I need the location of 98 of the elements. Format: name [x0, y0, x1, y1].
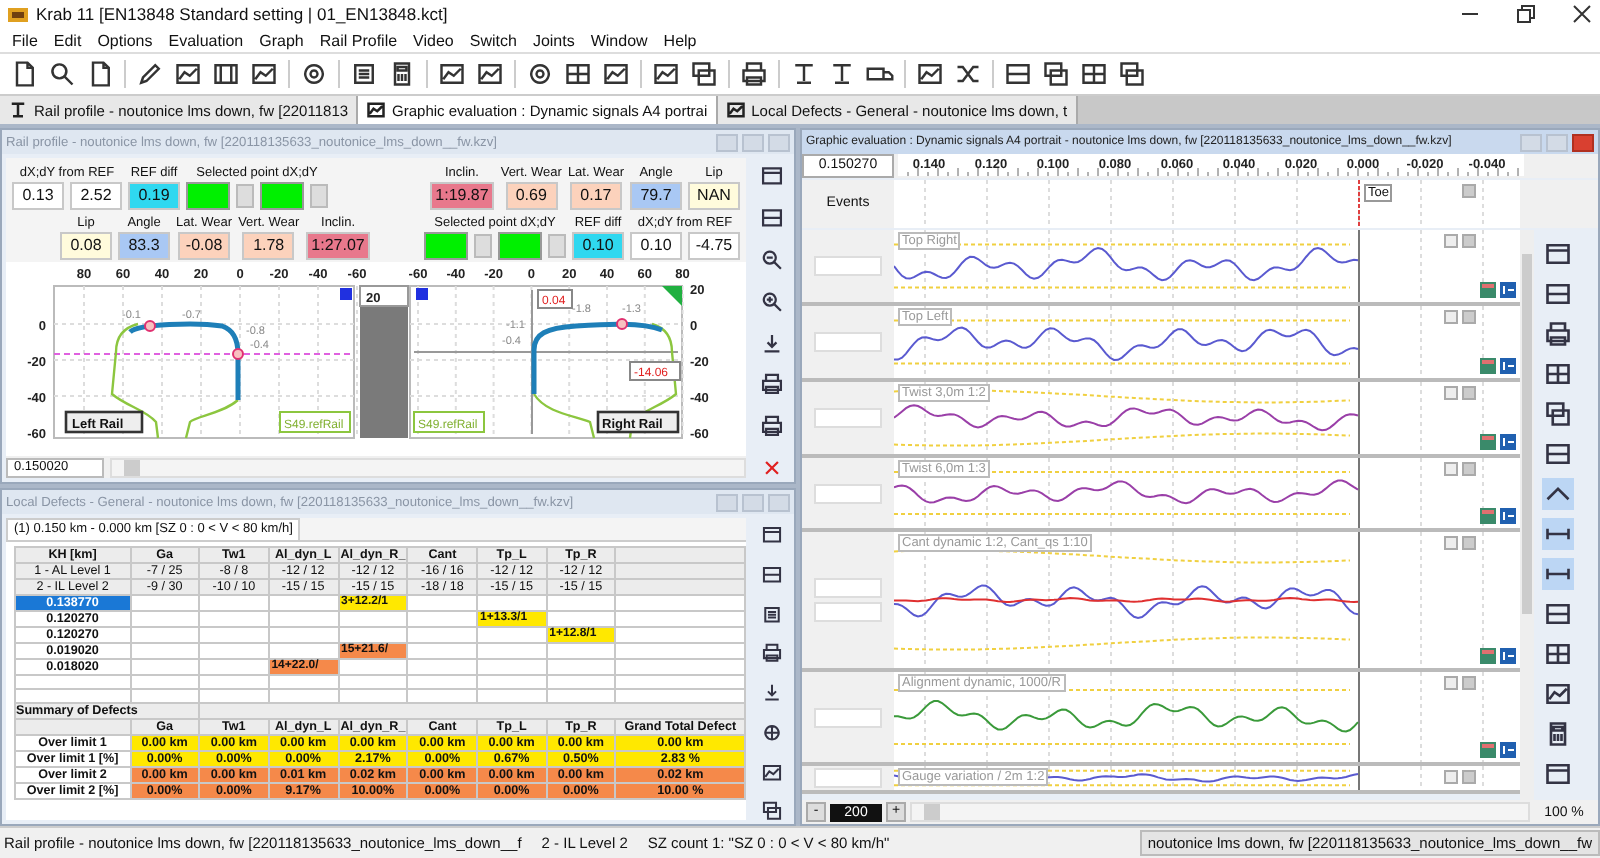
rows-icon[interactable] — [1542, 278, 1574, 310]
value-field: 0.69 — [505, 182, 558, 210]
settings-icon[interactable] — [526, 60, 554, 88]
value-box — [814, 408, 882, 428]
menu-item[interactable]: Switch — [461, 31, 525, 49]
value-field: 2.52 — [70, 182, 122, 210]
value-box — [814, 578, 882, 598]
value-box — [814, 332, 882, 352]
menu-item[interactable]: Rail Profile — [311, 31, 406, 49]
horizontal-scrollbar[interactable] — [110, 457, 746, 477]
value-field: 0.08 — [60, 232, 112, 260]
value-field: 0.17 — [569, 182, 622, 210]
value-field: 0.13 — [12, 182, 64, 210]
value-field: NAN — [688, 182, 740, 210]
value-field: 1:19.87 — [429, 182, 495, 210]
close-icon[interactable] — [1572, 4, 1592, 24]
window-icon[interactable] — [756, 162, 788, 190]
toggle-icon[interactable] — [416, 288, 428, 300]
rail-icon[interactable] — [790, 60, 818, 88]
settings-icon[interactable] — [300, 60, 328, 88]
search-icon[interactable] — [48, 60, 76, 88]
value-box — [814, 483, 882, 503]
chart-icon[interactable] — [476, 60, 504, 88]
value-field: -4.75 — [688, 232, 740, 260]
list-icon[interactable] — [350, 60, 378, 88]
layers-icon[interactable] — [690, 60, 718, 88]
pencil-icon[interactable] — [136, 60, 164, 88]
app-logo-icon — [8, 4, 28, 24]
triangle-icon[interactable] — [662, 286, 682, 306]
chart-icon — [725, 100, 746, 120]
menu-item[interactable]: File — [4, 31, 46, 49]
value-field: 0.10 — [572, 232, 624, 260]
scale-icon[interactable] — [1500, 434, 1516, 450]
rows-icon[interactable] — [1542, 598, 1574, 630]
calculator-icon[interactable] — [388, 60, 416, 88]
menu-item[interactable]: Graph — [251, 31, 312, 49]
shuffle-icon[interactable] — [954, 60, 982, 88]
value-box — [814, 256, 882, 276]
chart-icon[interactable] — [438, 60, 466, 88]
toggle-icon[interactable] — [340, 288, 352, 300]
event-marker-line — [1358, 180, 1360, 228]
value-field: 1:27.07 — [305, 232, 371, 260]
value-box — [814, 602, 882, 622]
chart-icon[interactable] — [602, 60, 630, 88]
value-box — [814, 707, 882, 727]
restore-icon[interactable] — [1516, 4, 1536, 24]
menu-item[interactable]: Help — [655, 31, 705, 49]
scale-icon[interactable] — [1500, 508, 1516, 524]
chart-icon[interactable] — [1542, 678, 1574, 710]
window-title: Krab 11 [EN13848 Standard setting | 01_EN13848.kct] — [36, 4, 448, 24]
grid-icon[interactable] — [1542, 358, 1574, 390]
page-icon[interactable] — [10, 60, 38, 88]
value-field: 79.7 — [630, 182, 682, 210]
value-field: 1.78 — [242, 232, 295, 260]
measure-icon[interactable] — [1542, 558, 1574, 590]
rows-icon[interactable] — [1004, 60, 1032, 88]
chart-icon[interactable] — [652, 60, 680, 88]
menu-item[interactable]: Joints — [524, 31, 583, 49]
menu-item[interactable]: Evaluation — [160, 31, 252, 49]
value-field: 0.19 — [128, 182, 180, 210]
menu-item[interactable]: Video — [405, 31, 462, 49]
grid-icon[interactable] — [1080, 60, 1108, 88]
print-icon[interactable] — [1542, 318, 1574, 350]
print-icon[interactable] — [756, 412, 788, 441]
scale-icon[interactable] — [1500, 282, 1516, 298]
window-icon[interactable] — [1542, 758, 1574, 790]
chart-icon — [366, 100, 387, 120]
layers-icon[interactable] — [1042, 60, 1070, 88]
value-field: -0.08 — [178, 232, 231, 260]
close-button[interactable] — [1572, 133, 1594, 151]
value-field: 0.10 — [630, 232, 682, 260]
layers-icon[interactable] — [1118, 60, 1146, 88]
chart-icon[interactable] — [250, 60, 278, 88]
value-field: 83.3 — [118, 232, 170, 260]
page-icon[interactable] — [86, 60, 114, 88]
grid-icon[interactable] — [564, 60, 592, 88]
print-icon[interactable] — [740, 60, 768, 88]
vertical-scrollbar[interactable] — [1520, 230, 1534, 800]
rail-icon[interactable] — [828, 60, 856, 88]
grid-icon[interactable] — [1542, 638, 1574, 670]
measure-icon[interactable] — [1542, 518, 1574, 550]
peak-icon[interactable] — [1542, 478, 1574, 510]
chart-icon[interactable] — [174, 60, 202, 88]
scale-icon[interactable] — [1500, 648, 1516, 664]
rows-icon[interactable] — [1542, 438, 1574, 470]
chart-icon[interactable] — [916, 60, 944, 88]
scale-icon[interactable] — [1500, 742, 1516, 758]
rows-icon[interactable] — [756, 203, 788, 232]
menu-item[interactable]: Edit — [45, 31, 90, 49]
layers-icon[interactable] — [1542, 398, 1574, 430]
horizontal-scrollbar[interactable] — [910, 802, 1530, 822]
film-icon[interactable] — [212, 60, 240, 88]
window-icon[interactable] — [1542, 238, 1574, 270]
menu-item[interactable]: Window — [582, 31, 656, 49]
scale-icon[interactable] — [1500, 358, 1516, 374]
menu-item[interactable]: Options — [89, 31, 161, 49]
print-icon[interactable] — [756, 370, 788, 399]
value-box — [814, 768, 882, 788]
